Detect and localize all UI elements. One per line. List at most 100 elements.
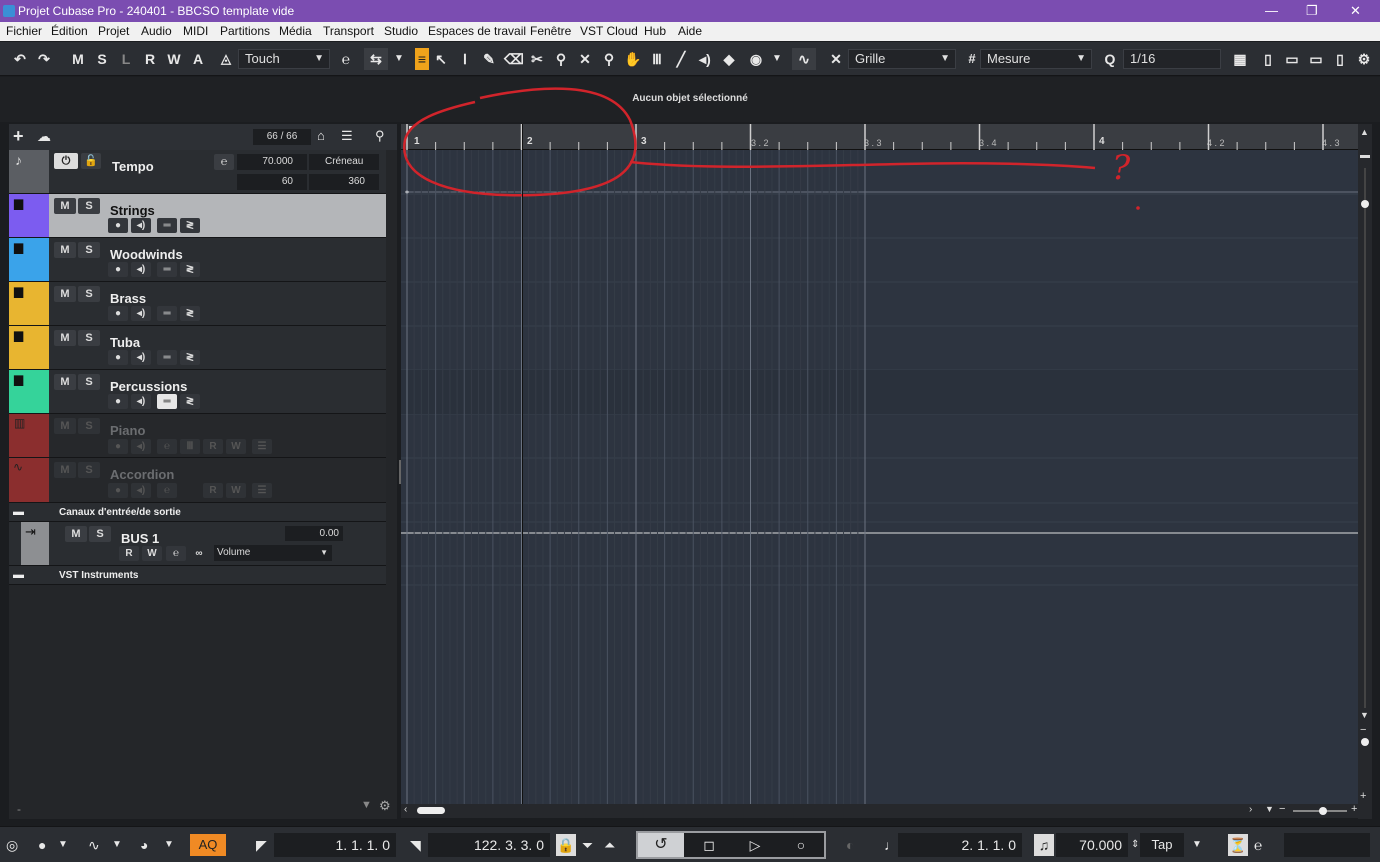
e-icon[interactable]: ℮ (157, 483, 177, 498)
keyboard-icon[interactable]: ▦ (1230, 48, 1250, 70)
tempo-max[interactable]: 360 (309, 174, 379, 190)
chevron-down-icon[interactable]: ▼ (1265, 804, 1274, 814)
write-button[interactable]: W (164, 48, 184, 70)
comp-tool-icon[interactable]: Ⅲ (648, 48, 666, 70)
write-button[interactable]: W (226, 439, 246, 454)
tempo-stepper-icon[interactable]: ⇕ (1131, 834, 1139, 856)
erase-tool-icon[interactable]: ⌫ (504, 48, 524, 70)
monitor-icon[interactable]: ◂) (131, 394, 151, 409)
mute-tool-icon[interactable]: ✕ (576, 48, 594, 70)
draw-tool-icon[interactable]: ✎ (480, 48, 498, 70)
tempo-track-icon[interactable]: ♫ (1034, 834, 1054, 856)
cycle-button[interactable]: ↺ (638, 833, 684, 857)
snap-type-select[interactable]: Grille ▼ (848, 49, 956, 69)
track-strings[interactable]: ▆ M S Strings ● ◂) ═ ≷ (9, 194, 386, 238)
chevron-down-icon[interactable]: ▼ (112, 834, 122, 856)
add-track-icon[interactable]: + (13, 125, 24, 147)
automation-a-button[interactable]: A (188, 48, 208, 70)
menu-vstcloud[interactable]: VST Cloud (580, 24, 638, 38)
left-zone-icon[interactable]: ▯ (1258, 48, 1278, 70)
edit-icon[interactable]: ≷ (180, 394, 200, 409)
track-accordion[interactable]: ∿ M S Accordion ● ◂) ℮ R W ☰ (9, 458, 386, 503)
line-tool-icon[interactable]: ╱ (672, 48, 690, 70)
menu-espaces[interactable]: Espaces de travail (428, 24, 526, 38)
cloud-icon[interactable]: ☁ (37, 125, 51, 147)
track-percussions[interactable]: ▆ M S Percussions ● ◂) ═ ≷ (9, 370, 386, 414)
monitor-icon[interactable]: ◂) (131, 350, 151, 365)
performance-icon[interactable]: ◎ (6, 834, 18, 856)
mute-button[interactable]: M (65, 526, 87, 542)
inspector-icon[interactable]: ▭ (1282, 48, 1302, 70)
splitter-handle[interactable] (399, 460, 401, 484)
waveform-icon[interactable]: ∿ (88, 834, 100, 856)
read-button[interactable]: R (203, 439, 223, 454)
e-icon[interactable]: ℮ (1254, 834, 1262, 856)
write-button[interactable]: W (226, 483, 246, 498)
mute-button[interactable]: M (54, 242, 76, 258)
scroll-thumb[interactable] (417, 807, 445, 814)
record-button[interactable]: ○ (778, 833, 824, 857)
mute-button[interactable]: M (54, 198, 76, 214)
close-button[interactable]: ✕ (1350, 3, 1361, 19)
auto-scroll-icon[interactable]: ⇆ (364, 48, 388, 70)
track-bus1[interactable]: ⇥ M S BUS 1 0.00 R W ℮ ∞ Volume ▼ (9, 522, 386, 566)
automation-mode-select[interactable]: Touch ▼ (238, 49, 330, 69)
mute-button[interactable]: M (54, 418, 76, 434)
redo-icon[interactable]: ↷ (34, 48, 54, 70)
zoom-thumb[interactable] (1361, 738, 1369, 746)
scroll-right-icon[interactable]: › (1249, 804, 1252, 815)
quantize-select[interactable]: 1/16 (1123, 49, 1221, 69)
color-tool-icon[interactable]: ◆ (720, 48, 738, 70)
snap-toggle-icon[interactable]: ✕ (826, 48, 846, 70)
snap-to-zero-icon[interactable]: ∿ (792, 48, 816, 70)
chevron-down-icon[interactable]: ▼ (361, 799, 372, 811)
lanes-icon[interactable]: ═ (157, 350, 177, 365)
chevron-down-icon[interactable]: ▼ (770, 48, 784, 70)
stop-button[interactable]: ◻ (686, 833, 732, 857)
position-field[interactable]: 2. 1. 1. 0 (898, 833, 1022, 857)
lock-icon[interactable]: 🔒 (556, 834, 576, 856)
visibility-icon[interactable]: ⌂ (317, 125, 325, 147)
tempo-mode[interactable]: Créneau (309, 154, 379, 170)
link-icon[interactable]: ∞ (189, 546, 209, 561)
gear-icon[interactable]: ⚙ (379, 798, 391, 814)
zoom-in-icon[interactable]: + (1351, 803, 1357, 815)
zoom-out-icon[interactable]: − (1279, 803, 1285, 815)
punch-icon[interactable]: ◕ (140, 834, 148, 856)
track-woodwinds[interactable]: ▆ M S Woodwinds ● ◂) ═ ≷ (9, 238, 386, 282)
read-button[interactable]: R (119, 546, 139, 561)
grid-type-select[interactable]: Mesure ▼ (980, 49, 1092, 69)
solo-all-button[interactable]: S (92, 48, 112, 70)
right-locator-icon[interactable]: ◥ (410, 834, 421, 856)
solo-button[interactable]: S (78, 242, 100, 258)
menu-audio[interactable]: Audio (141, 24, 172, 38)
monitor-icon[interactable]: ◂) (131, 218, 151, 233)
auto-quantize-button[interactable]: AQ (190, 834, 226, 856)
tempo-track[interactable]: ♪ ⏻ 🔓 Tempo ℮ 70.000 Créneau 60 360 (9, 150, 386, 194)
undo-icon[interactable]: ↶ (10, 48, 30, 70)
e-icon[interactable]: ℮ (157, 439, 177, 454)
menu-projet[interactable]: Projet (98, 24, 129, 38)
edit-icon[interactable]: ≷ (180, 306, 200, 321)
mute-button[interactable]: M (54, 286, 76, 302)
playhead[interactable] (522, 124, 523, 804)
scroll-up-icon[interactable]: ▲ (1360, 127, 1369, 137)
hand-tool-icon[interactable]: ✋ (624, 48, 642, 70)
read-button[interactable]: R (140, 48, 160, 70)
tempo-value[interactable]: 70.000 (237, 154, 307, 170)
range-tool-icon[interactable]: Ⅰ (456, 48, 474, 70)
scroll-down-icon[interactable]: ▼ (1360, 710, 1369, 720)
tool-mode-icon[interactable]: ≡ (415, 48, 429, 70)
record-icon[interactable]: ● (108, 218, 128, 233)
lock-icon[interactable]: 🔓 (81, 153, 101, 169)
mute-button[interactable]: M (54, 330, 76, 346)
settings-gear-icon[interactable]: ⚙ (1354, 48, 1374, 70)
tempo-field[interactable]: 70.000 (1056, 833, 1128, 857)
listen-button[interactable]: L (116, 48, 136, 70)
maximize-button[interactable]: ❐ (1306, 3, 1318, 19)
read-button[interactable]: R (203, 483, 223, 498)
menu-midi[interactable]: MIDI (183, 24, 208, 38)
menu-aide[interactable]: Aide (678, 24, 702, 38)
menu-hub[interactable]: Hub (644, 24, 666, 38)
record-mode-icon[interactable]: ● (38, 834, 46, 856)
